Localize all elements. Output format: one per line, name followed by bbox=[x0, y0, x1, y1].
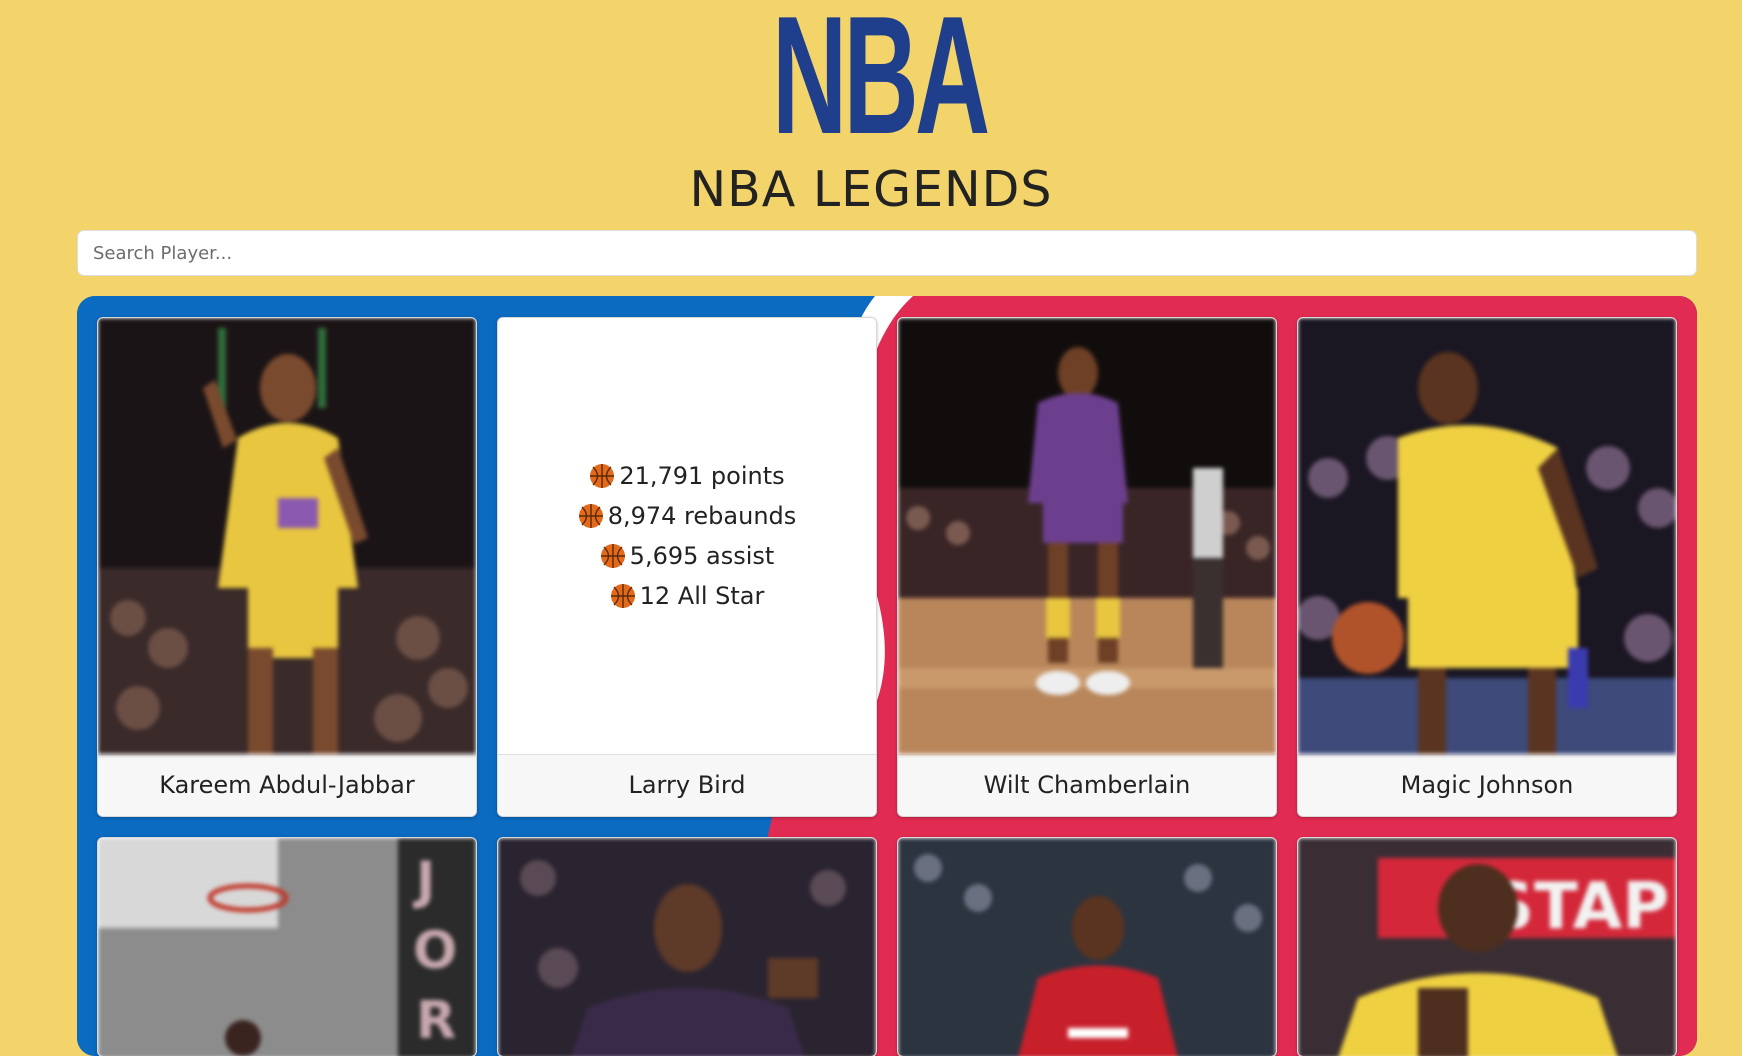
search-bar bbox=[77, 230, 1697, 276]
stat-points: 21,791 points bbox=[589, 456, 785, 496]
olajuwon-photo bbox=[898, 838, 1276, 1056]
malone-photo bbox=[498, 838, 876, 1056]
stat-text: 12 All Star bbox=[639, 582, 765, 610]
page-title: NBA LEGENDS bbox=[689, 161, 1053, 218]
player-name: Wilt Chamberlain bbox=[898, 754, 1276, 816]
basketball-icon bbox=[590, 464, 615, 488]
svg-text:O: O bbox=[413, 921, 457, 981]
player-card-olajuwon[interactable] bbox=[897, 837, 1277, 1056]
kareem-photo bbox=[98, 318, 476, 754]
basketball-icon bbox=[600, 544, 625, 568]
wilt-photo bbox=[898, 318, 1276, 754]
nba-logo: NBA bbox=[760, 0, 1018, 169]
search-input[interactable] bbox=[77, 230, 1697, 276]
svg-text:R: R bbox=[416, 991, 456, 1051]
player-card-bird[interactable]: 21,791 points 8,974 rebaunds 5,695 assis… bbox=[497, 317, 877, 817]
svg-text:J: J bbox=[413, 851, 435, 911]
stat-text: 8,974 rebaunds bbox=[607, 502, 797, 530]
stat-text: 21,791 points bbox=[619, 462, 785, 490]
player-card-malone[interactable] bbox=[497, 837, 877, 1056]
player-card-jordan[interactable]: J O R bbox=[97, 837, 477, 1056]
stat-all-star: 12 All Star bbox=[610, 576, 765, 616]
player-stats: 21,791 points 8,974 rebaunds 5,695 assis… bbox=[498, 318, 876, 754]
magic-photo bbox=[1298, 318, 1676, 754]
basketball-icon bbox=[610, 584, 635, 608]
player-card-oneal[interactable]: STAP bbox=[1297, 837, 1677, 1056]
stat-assists: 5,695 assist bbox=[600, 536, 775, 576]
player-grid-row-2: J O R STAP bbox=[97, 837, 1677, 1056]
stat-rebounds: 8,974 rebaunds bbox=[578, 496, 797, 536]
jordan-photo: J O R bbox=[98, 838, 476, 1056]
oneal-photo: STAP bbox=[1298, 838, 1676, 1056]
players-board: Kareem Abdul-Jabbar 21,791 points 8,974 … bbox=[77, 296, 1697, 1056]
player-card-kareem[interactable]: Kareem Abdul-Jabbar bbox=[97, 317, 477, 817]
player-name: Magic Johnson bbox=[1298, 754, 1676, 816]
basketball-icon bbox=[578, 504, 603, 528]
player-grid: Kareem Abdul-Jabbar 21,791 points 8,974 … bbox=[97, 317, 1677, 817]
player-card-magic[interactable]: Magic Johnson bbox=[1297, 317, 1677, 817]
player-card-wilt[interactable]: Wilt Chamberlain bbox=[897, 317, 1277, 817]
nba-logo-wordmark: NBA bbox=[772, 0, 990, 169]
player-name: Larry Bird bbox=[498, 754, 876, 816]
player-name: Kareem Abdul-Jabbar bbox=[98, 754, 476, 816]
header: NBA NBA LEGENDS bbox=[0, 0, 1742, 230]
stat-text: 5,695 assist bbox=[629, 542, 775, 570]
